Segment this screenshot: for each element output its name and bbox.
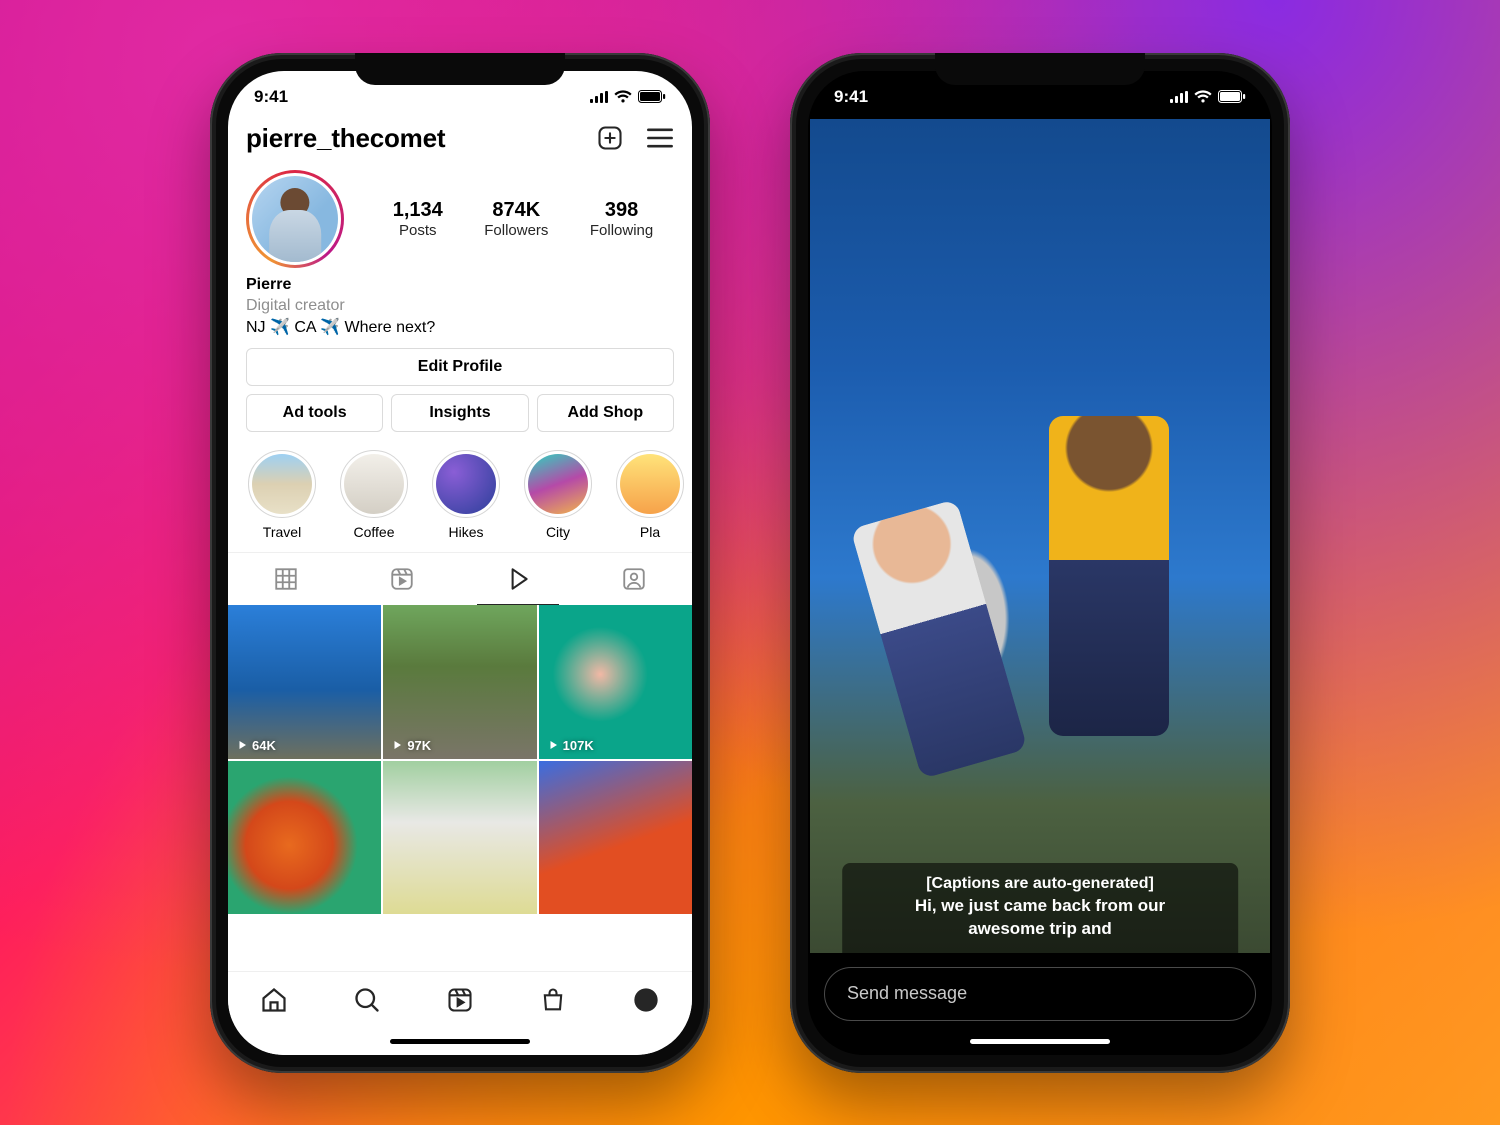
nav-reels[interactable]	[414, 972, 507, 1029]
stat-following-value: 398	[590, 199, 653, 222]
home-indicator[interactable]	[228, 1029, 692, 1055]
view-count: 97K	[391, 738, 431, 753]
tab-video[interactable]	[460, 553, 576, 605]
stat-following-label: Following	[590, 222, 653, 239]
stat-following[interactable]: 398 Following	[590, 199, 653, 239]
stat-posts[interactable]: 1,134 Posts	[393, 199, 443, 239]
caption-line: Hi, we just came back from our	[915, 896, 1165, 915]
grid-item[interactable]	[228, 761, 381, 914]
highlight-label: City	[546, 524, 570, 540]
tab-tagged[interactable]	[576, 553, 692, 605]
profile-tabs	[228, 552, 692, 605]
ad-tools-button[interactable]: Ad tools	[246, 394, 383, 432]
wifi-icon	[1194, 90, 1212, 103]
grid-item[interactable]	[539, 761, 692, 914]
profile-username[interactable]: pierre_thecomet	[246, 123, 445, 154]
phone-notch	[935, 53, 1145, 85]
profile-bio-text: NJ ✈️ CA ✈️ Where next?	[246, 317, 674, 339]
phone-left-profile: 9:41 pierre_thecomet	[210, 53, 710, 1073]
highlight-label: Hikes	[448, 524, 483, 540]
caption-tag: [Captions are auto-generated]	[856, 873, 1224, 895]
video-player[interactable]: [Captions are auto-generated] Hi, we jus…	[810, 119, 1270, 953]
grid-item[interactable]	[383, 761, 536, 914]
nav-search[interactable]	[321, 972, 414, 1029]
video-caption: [Captions are auto-generated] Hi, we jus…	[842, 863, 1238, 952]
message-placeholder: Send message	[847, 983, 967, 1004]
stat-followers-value: 874K	[484, 199, 548, 222]
tab-grid[interactable]	[228, 553, 344, 605]
wifi-icon	[614, 90, 632, 103]
bottom-nav	[228, 971, 692, 1029]
stat-posts-label: Posts	[393, 222, 443, 239]
status-time: 9:41	[254, 87, 288, 107]
highlight-extra[interactable]: Pla	[614, 450, 686, 540]
video-subject	[1049, 416, 1169, 736]
status-right	[1170, 90, 1246, 103]
profile-display-name: Pierre	[246, 274, 674, 296]
hamburger-menu-button[interactable]	[646, 127, 674, 149]
highlight-label: Coffee	[354, 524, 395, 540]
highlight-city[interactable]: City	[522, 450, 594, 540]
grid-item[interactable]: 97K	[383, 605, 536, 758]
nav-profile[interactable]	[599, 972, 692, 1029]
tab-reels[interactable]	[344, 553, 460, 605]
view-count: 107K	[547, 738, 594, 753]
profile-info-row: 1,134 Posts 874K Followers 398 Following	[228, 156, 692, 272]
profile-stats: 1,134 Posts 874K Followers 398 Following	[372, 199, 674, 239]
battery-icon	[1218, 90, 1246, 103]
nav-shop[interactable]	[506, 972, 599, 1029]
screen-video: 9:41 [Captions are auto-generated] Hi, w…	[808, 71, 1272, 1055]
edit-profile-button[interactable]: Edit Profile	[246, 348, 674, 386]
stat-followers[interactable]: 874K Followers	[484, 199, 548, 239]
stat-followers-label: Followers	[484, 222, 548, 239]
highlight-label: Pla	[640, 524, 660, 540]
highlight-coffee[interactable]: Coffee	[338, 450, 410, 540]
phone-right-video: 9:41 [Captions are auto-generated] Hi, w…	[790, 53, 1290, 1073]
caption-line: awesome trip and	[968, 919, 1112, 938]
status-right	[590, 90, 666, 103]
highlights-tray[interactable]: Travel Coffee Hikes City Pla	[228, 440, 692, 552]
highlight-hikes[interactable]: Hikes	[430, 450, 502, 540]
home-indicator[interactable]	[808, 1029, 1272, 1055]
grid-item[interactable]: 107K	[539, 605, 692, 758]
cellular-icon	[590, 91, 608, 103]
profile-header: pierre_thecomet	[228, 119, 692, 156]
insights-button[interactable]: Insights	[391, 394, 528, 432]
add-shop-button[interactable]: Add Shop	[537, 394, 674, 432]
highlight-label: Travel	[263, 524, 301, 540]
profile-category: Digital creator	[246, 295, 674, 317]
send-message-input[interactable]: Send message	[824, 967, 1256, 1021]
highlight-travel[interactable]: Travel	[246, 450, 318, 540]
business-buttons-row: Ad tools Insights Add Shop	[228, 394, 692, 440]
profile-bio: Pierre Digital creator NJ ✈️ CA ✈️ Where…	[228, 272, 692, 349]
edit-profile-row: Edit Profile	[228, 348, 692, 394]
status-time: 9:41	[834, 87, 868, 107]
header-icons	[596, 124, 674, 152]
screen-profile: 9:41 pierre_thecomet	[228, 71, 692, 1055]
profile-avatar[interactable]	[246, 170, 344, 268]
avatar-image	[249, 173, 341, 265]
battery-icon	[638, 90, 666, 103]
video-grid: 64K 97K 107K	[228, 605, 692, 914]
stat-posts-value: 1,134	[393, 199, 443, 222]
view-count: 64K	[236, 738, 276, 753]
phone-notch	[355, 53, 565, 85]
create-post-button[interactable]	[596, 124, 624, 152]
video-subject	[850, 499, 1027, 779]
cellular-icon	[1170, 91, 1188, 103]
grid-item[interactable]: 64K	[228, 605, 381, 758]
nav-home[interactable]	[228, 972, 321, 1029]
